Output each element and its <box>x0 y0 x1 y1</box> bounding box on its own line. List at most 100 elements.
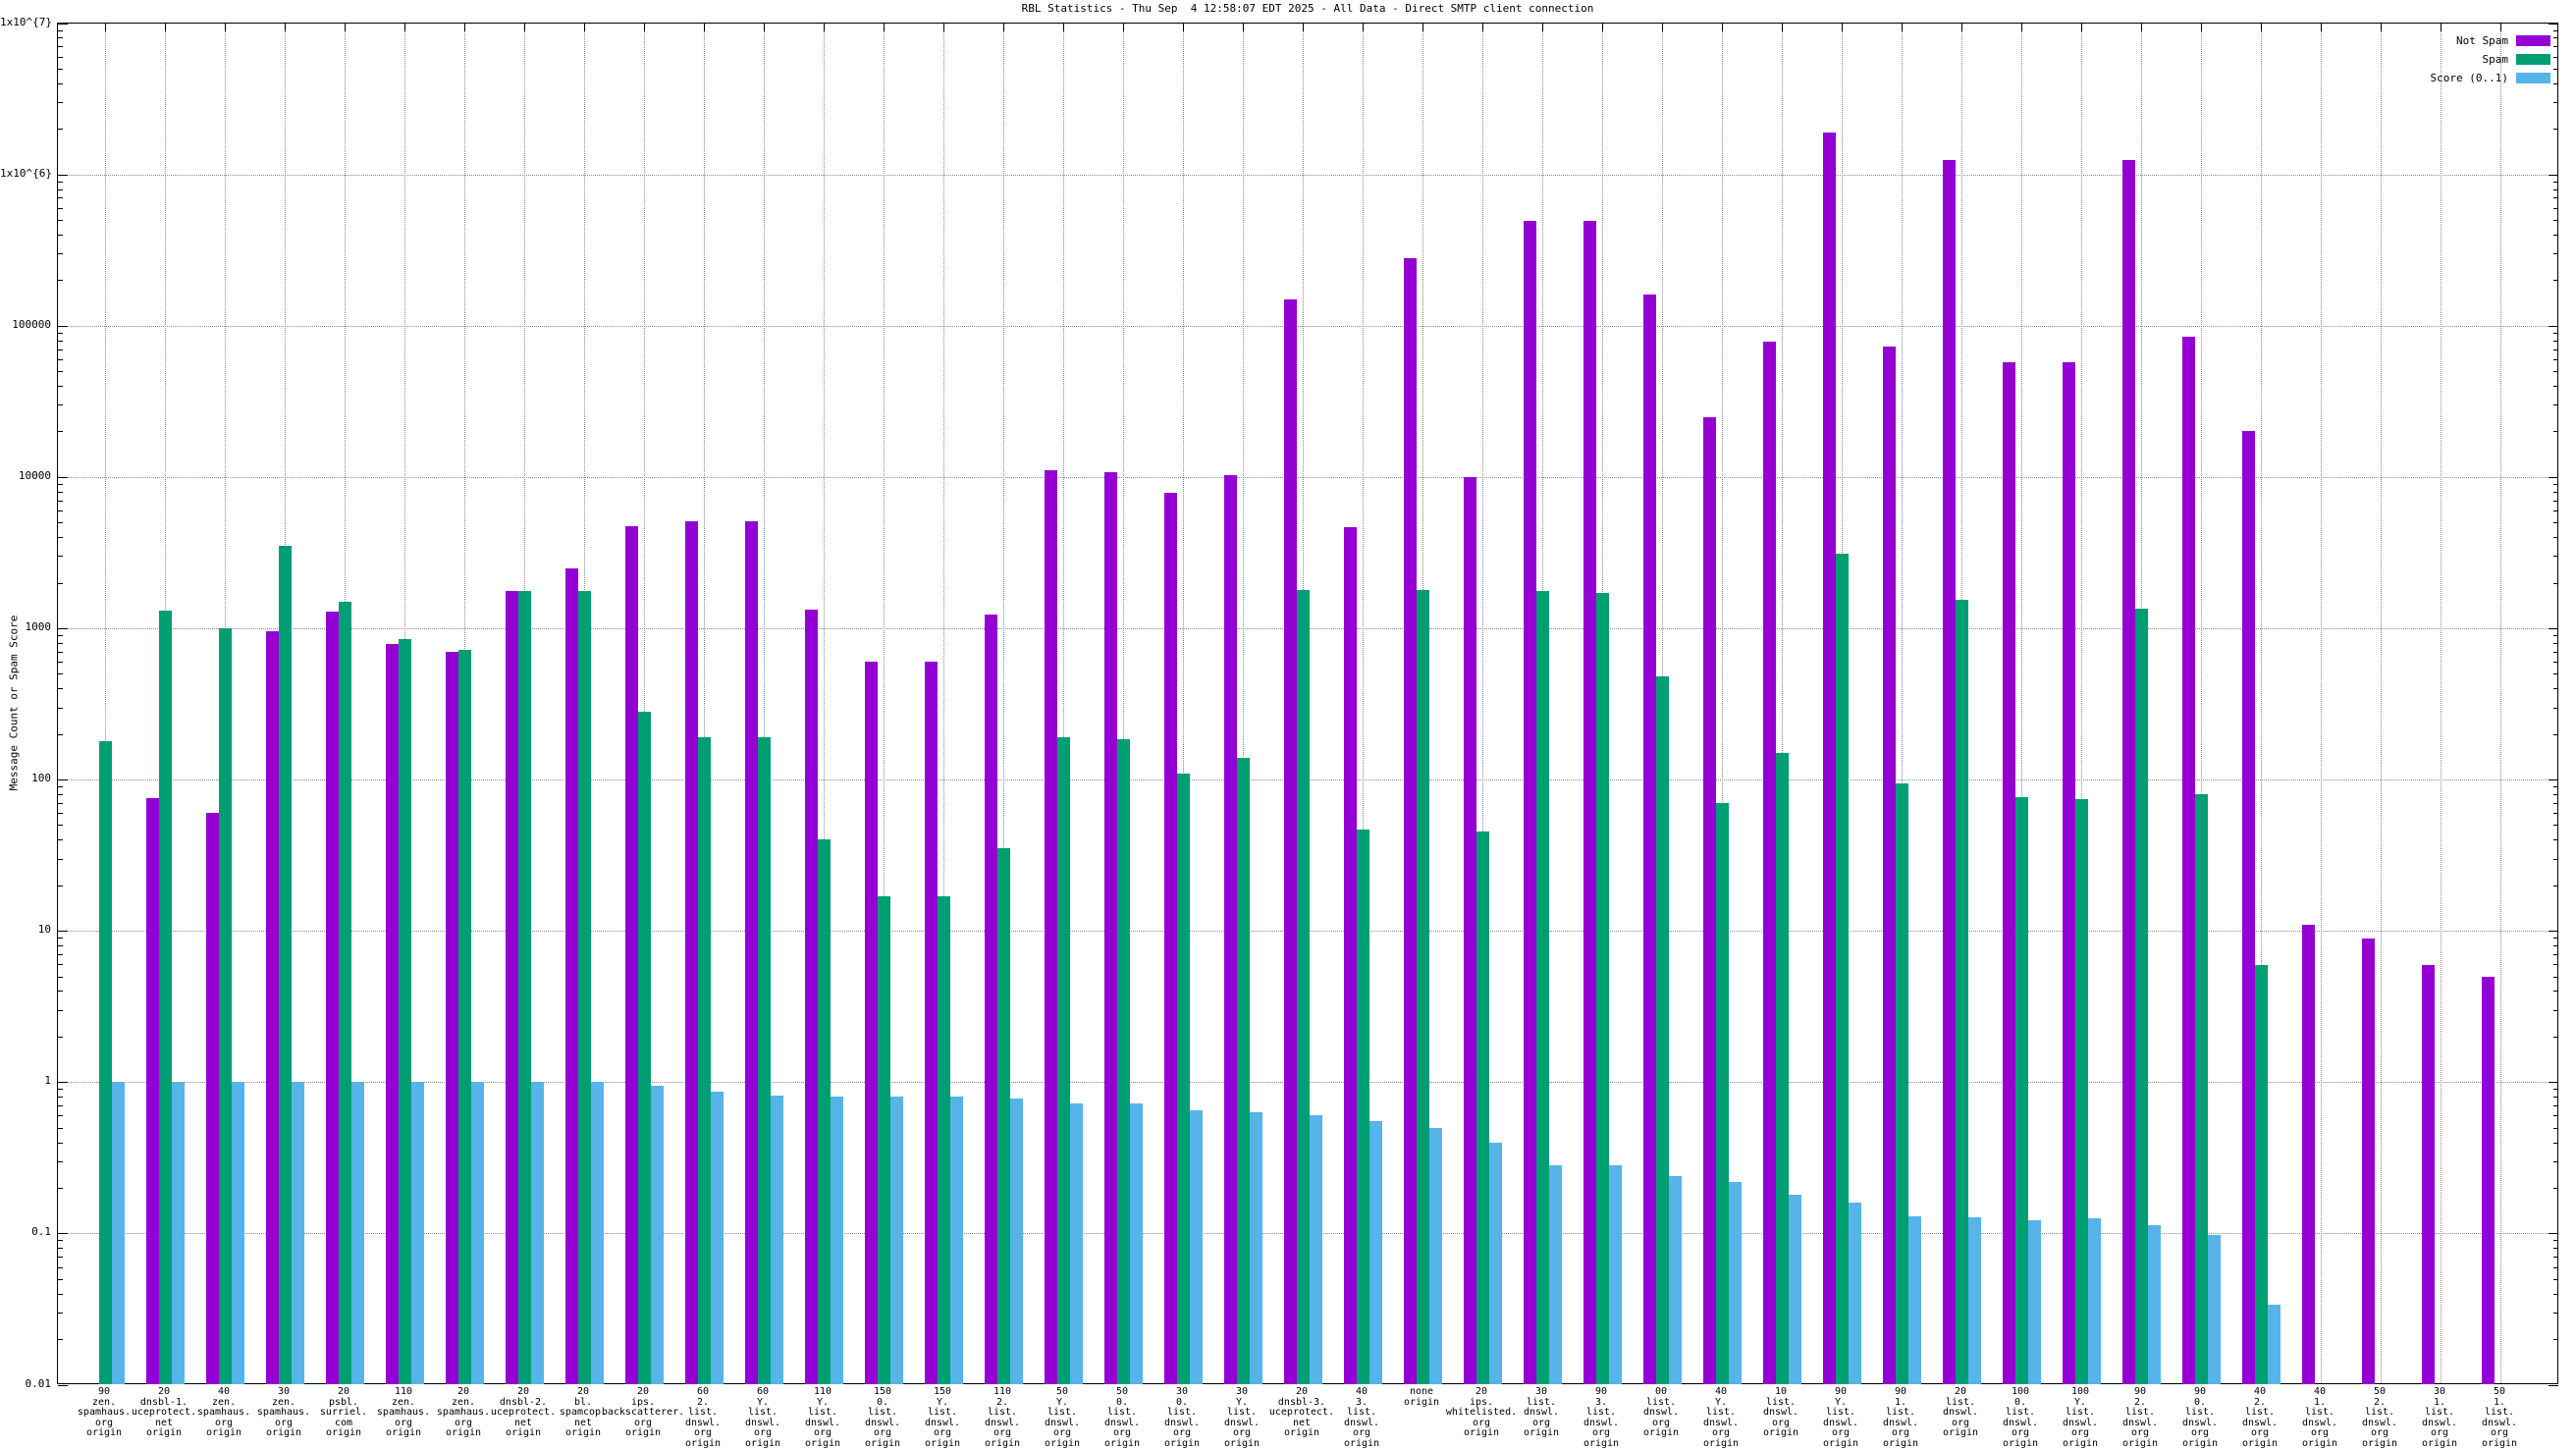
y-minor-tick <box>58 197 63 198</box>
y-major-tick <box>58 931 68 932</box>
bar-not-spam <box>2302 925 2315 1384</box>
y-minor-tick <box>2553 1097 2558 1098</box>
bar-not-spam <box>1524 221 1536 1384</box>
bar-spam <box>219 628 232 1384</box>
y-minor-tick <box>58 1339 63 1340</box>
y-tick-label: 1x10^{7} <box>0 17 51 28</box>
bar-score <box>411 1082 424 1384</box>
y-minor-tick <box>2553 688 2558 689</box>
x-top-tick <box>1482 24 1483 31</box>
y-major-tick <box>2549 477 2558 478</box>
y-major-tick <box>2549 326 2558 327</box>
y-minor-tick <box>2553 1294 2558 1295</box>
y-tick-label: 0.01 <box>0 1378 51 1390</box>
y-minor-tick <box>58 522 63 523</box>
y-minor-tick <box>2553 1257 2558 1258</box>
y-minor-tick <box>2553 1188 2558 1189</box>
x-top-tick <box>943 24 944 31</box>
y-minor-tick <box>58 1267 63 1268</box>
x-gridline <box>2321 24 2322 1383</box>
y-minor-tick <box>58 46 63 47</box>
bar-spam <box>1057 737 1070 1384</box>
x-top-tick <box>1363 24 1364 31</box>
y-tick-label: 1x10^{6} <box>0 168 51 180</box>
bar-spam <box>578 591 591 1384</box>
x-tick-label: 50 1. list. dnswl. org origin <box>2455 1387 2544 1449</box>
bar-spam <box>2015 797 2028 1384</box>
y-minor-tick <box>2553 652 2558 653</box>
bar-not-spam <box>985 615 997 1384</box>
x-top-tick <box>1902 24 1903 31</box>
y-major-tick <box>58 1082 68 1083</box>
bar-spam <box>458 650 471 1384</box>
bar-spam <box>1117 739 1130 1384</box>
bar-not-spam <box>565 568 578 1384</box>
y-major-tick <box>2549 628 2558 629</box>
bar-not-spam <box>865 662 878 1384</box>
bar-not-spam <box>1224 475 1237 1384</box>
y-minor-tick <box>58 484 63 485</box>
y-minor-tick <box>2553 1143 2558 1144</box>
bar-score <box>1908 1216 1921 1384</box>
bar-spam <box>1656 676 1669 1384</box>
bar-spam <box>1776 753 1789 1384</box>
x-top-tick <box>1542 24 1543 31</box>
y-minor-tick <box>58 510 63 511</box>
y-minor-tick <box>2553 69 2558 70</box>
bar-spam <box>1357 830 1369 1384</box>
bar-score <box>232 1082 244 1384</box>
bar-score <box>531 1082 544 1384</box>
y-minor-tick <box>2553 46 2558 47</box>
bar-spam <box>1956 600 1968 1384</box>
x-top-tick <box>1422 24 1423 31</box>
y-minor-tick <box>2553 1267 2558 1268</box>
rbl-statistics-chart: RBL Statistics - Thu Sep 4 12:58:07 EDT … <box>0 0 2576 1449</box>
bar-score <box>1010 1099 1023 1384</box>
legend-swatch-spam <box>2516 54 2550 65</box>
bar-not-spam <box>2242 431 2255 1384</box>
bar-not-spam <box>1943 160 1956 1384</box>
x-top-tick <box>285 24 286 31</box>
y-minor-tick <box>2553 83 2558 84</box>
bar-score <box>2268 1305 2281 1384</box>
y-minor-tick <box>2553 1115 2558 1116</box>
bar-spam <box>279 546 292 1384</box>
y-minor-tick <box>58 189 63 190</box>
y-major-tick <box>58 779 68 780</box>
y-minor-tick <box>2553 522 2558 523</box>
y-minor-tick <box>2553 1105 2558 1106</box>
y-minor-tick <box>2553 235 2558 236</box>
y-minor-tick <box>2553 786 2558 787</box>
bar-spam <box>399 639 411 1384</box>
y-major-tick <box>2549 931 2558 932</box>
bar-score <box>950 1097 963 1384</box>
y-major-tick <box>58 477 68 478</box>
y-minor-tick <box>58 583 63 584</box>
y-minor-tick <box>58 813 63 814</box>
bar-spam <box>2255 965 2268 1384</box>
legend-swatch-not-spam <box>2516 35 2550 46</box>
y-minor-tick <box>58 859 63 860</box>
y-minor-tick <box>58 964 63 965</box>
bar-not-spam <box>386 644 399 1384</box>
bar-score <box>771 1096 783 1384</box>
y-minor-tick <box>58 938 63 939</box>
y-tick-label: 100 <box>0 773 51 784</box>
y-minor-tick <box>58 786 63 787</box>
y-minor-tick <box>2553 537 2558 538</box>
bar-not-spam <box>1703 417 1716 1384</box>
bar-score <box>1549 1165 1562 1384</box>
bar-spam <box>758 737 771 1384</box>
y-major-tick <box>58 24 68 25</box>
y-minor-tick <box>2553 129 2558 130</box>
x-top-tick <box>2141 24 2142 31</box>
y-minor-tick <box>2553 556 2558 557</box>
legend-label-not-spam: Not Spam <box>2456 34 2508 47</box>
y-minor-tick <box>2553 349 2558 350</box>
y-minor-tick <box>2553 662 2558 663</box>
x-top-tick <box>1063 24 1064 31</box>
legend-row-score: Score (0..1) <box>2431 69 2550 87</box>
bar-score <box>471 1082 484 1384</box>
y-major-tick <box>2549 779 2558 780</box>
bar-not-spam <box>446 652 458 1384</box>
